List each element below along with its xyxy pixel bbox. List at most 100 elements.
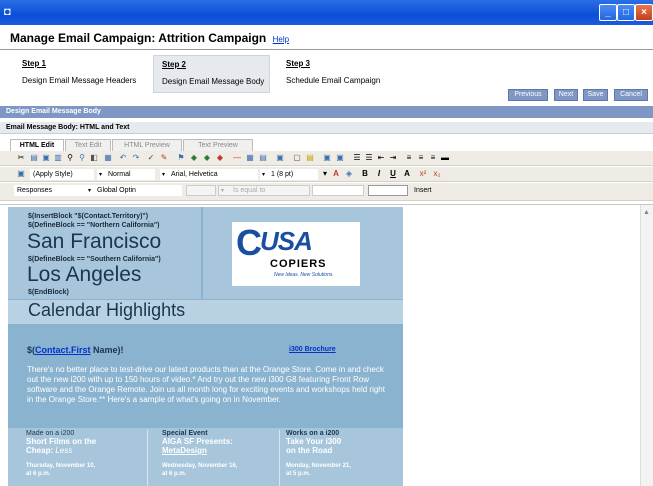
help-link[interactable]: Help: [273, 35, 289, 44]
category-select-value: Responses: [17, 187, 53, 194]
event-1-title-em: Less: [55, 446, 73, 455]
event-3-title-line1: Take Your i300: [286, 437, 342, 446]
outdent-icon[interactable]: ⇤: [376, 153, 386, 163]
chevron-down-icon: ▾: [221, 188, 225, 194]
paragraph-select-value: Normal: [108, 171, 131, 178]
preview-icon[interactable]: ▣: [335, 153, 345, 163]
paste-text-icon[interactable]: ▥: [53, 153, 63, 163]
clear-format-icon[interactable]: ✎: [159, 153, 169, 163]
find-icon[interactable]: ⚲: [65, 153, 75, 163]
close-button[interactable]: ×: [635, 4, 653, 21]
image-icon[interactable]: ◆: [202, 153, 212, 163]
underline-icon[interactable]: U: [388, 169, 398, 179]
align-center-icon[interactable]: ≡: [416, 153, 426, 163]
format-toolbar: ▣ (Apply Style) ▾ Normal ▾ Arial, Helvet…: [0, 167, 653, 182]
bold-icon[interactable]: B: [360, 169, 370, 179]
chevron-down-icon[interactable]: ▾: [320, 169, 330, 179]
paragraph-select[interactable]: ▾ Normal: [97, 169, 155, 180]
unlink-icon[interactable]: ◆: [215, 153, 225, 163]
minimize-button[interactable]: _: [599, 4, 617, 21]
section-header: Design Email Message Body: [0, 106, 653, 118]
source-icon[interactable]: ▣: [322, 153, 332, 163]
horizontal-rule-icon[interactable]: —: [232, 153, 242, 163]
undo-icon[interactable]: ↶: [118, 153, 128, 163]
step-1-number: Step 1: [22, 59, 47, 68]
next-button[interactable]: Next: [554, 89, 578, 101]
previous-button[interactable]: Previous: [508, 89, 548, 101]
chevron-down-icon: ▾: [99, 172, 103, 178]
operator-select[interactable]: ▾ Is equal to: [218, 185, 310, 196]
event-2: Special Event AIGA SF Presents: MetaDesi…: [162, 430, 286, 455]
unordered-list-icon[interactable]: ☰: [364, 153, 374, 163]
strikethrough-icon[interactable]: A: [402, 169, 412, 179]
cancel-button[interactable]: Cancel: [614, 89, 648, 101]
city-san-francisco: San Francisco: [27, 230, 162, 253]
event-2-date: Wednesday, November 16, at 6 p.m.: [162, 462, 237, 478]
window-title-bar: ◘ _ □ ×: [0, 0, 653, 25]
save-button[interactable]: Save: [583, 89, 608, 101]
redo-icon[interactable]: ↷: [131, 153, 141, 163]
template-icon[interactable]: ▤: [305, 153, 315, 163]
value-select[interactable]: [186, 185, 216, 196]
insert-button[interactable]: Insert: [414, 185, 432, 196]
insert-table-icon[interactable]: ▣: [275, 153, 285, 163]
tab-text-preview[interactable]: Text Preview: [183, 139, 253, 151]
contact-first-link[interactable]: Contact.First: [35, 345, 91, 355]
tab-html-edit[interactable]: HTML Edit: [10, 139, 64, 151]
event-1-kicker: Made on a i200: [26, 430, 75, 437]
step-3-number: Step 3: [286, 59, 311, 68]
brochure-link[interactable]: i300 Brochure: [289, 346, 336, 353]
page-icon[interactable]: ▢: [292, 153, 302, 163]
style-select[interactable]: (Apply Style): [30, 169, 94, 180]
print-icon[interactable]: ▦: [103, 153, 113, 163]
greeting-prefix: $(: [27, 345, 36, 355]
align-left-icon[interactable]: ≡: [404, 153, 414, 163]
chevron-down-icon: ▾: [262, 172, 266, 178]
field-select[interactable]: ▾ Global Optin: [86, 185, 182, 196]
event-2-date-line1: Wednesday, November 16,: [162, 463, 238, 469]
event-2-title-line2: MetaDesign: [162, 446, 207, 455]
event-3-date-line2: at 5 p.m.: [286, 471, 311, 477]
event-1-title-line1: Short Films on the: [26, 437, 97, 446]
anchor-icon[interactable]: ◆: [189, 153, 199, 163]
step-3[interactable]: Step 3 Schedule Email Campaign: [278, 55, 398, 93]
page-title: Manage Email Campaign: Attrition Campaig…: [10, 31, 289, 45]
table-icon[interactable]: ▦: [245, 153, 255, 163]
italic-icon[interactable]: I: [374, 169, 384, 179]
link-icon[interactable]: ⚑: [176, 153, 186, 163]
category-select[interactable]: Responses: [14, 185, 86, 196]
paste-icon[interactable]: ▣: [41, 153, 51, 163]
compare-value-input[interactable]: [312, 185, 364, 196]
step-2[interactable]: Step 2 Design Email Message Body: [153, 55, 270, 93]
font-select-value: Arial, Helvetica: [171, 171, 218, 178]
superscript-icon[interactable]: x²: [418, 169, 428, 179]
justify-icon[interactable]: ▬: [440, 153, 450, 163]
replace-icon[interactable]: ⚲: [77, 153, 87, 163]
font-color-icon[interactable]: A: [331, 169, 341, 179]
event-1-date-line1: Thursday, November 10,: [26, 463, 96, 469]
font-select[interactable]: ▾ Arial, Helvetica: [160, 169, 258, 180]
form-icon[interactable]: ▤: [258, 153, 268, 163]
spellcheck-icon[interactable]: ✓: [146, 153, 156, 163]
scroll-up-icon[interactable]: ▲: [642, 208, 651, 217]
token-value-input[interactable]: [368, 185, 408, 196]
cut-icon[interactable]: ✂: [16, 153, 26, 163]
editor-scrollbar[interactable]: [640, 205, 653, 486]
align-right-icon[interactable]: ≡: [428, 153, 438, 163]
step-1[interactable]: Step 1 Design Email Message Headers: [14, 55, 144, 93]
tab-text-edit[interactable]: Text Edit: [65, 139, 111, 151]
ordered-list-icon[interactable]: ☰: [352, 153, 362, 163]
indent-icon[interactable]: ⇥: [388, 153, 398, 163]
step-3-label: Schedule Email Campaign: [286, 76, 381, 85]
subscript-icon[interactable]: x₂: [432, 169, 442, 179]
edit-toolbar: ✂ ▤ ▣ ▥ ⚲ ⚲ ◧ ▦ ↶ ↷ ✓ ✎ ⚑ ◆ ◆ ◆ — ▦ ▤ ▣ …: [0, 151, 653, 166]
end-block-code: $(EndBlock): [28, 289, 69, 296]
spell-icon[interactable]: ◧: [89, 153, 99, 163]
page-title-text: Manage Email Campaign: Attrition Campaig…: [10, 31, 267, 45]
maximize-button[interactable]: □: [617, 4, 635, 21]
copy-icon[interactable]: ▤: [29, 153, 39, 163]
logo-usa-text: USA: [260, 226, 313, 256]
highlight-icon[interactable]: ◈: [344, 169, 354, 179]
size-select[interactable]: ▾ 1 (8 pt): [260, 169, 318, 180]
tab-html-preview[interactable]: HTML Preview: [112, 139, 182, 151]
